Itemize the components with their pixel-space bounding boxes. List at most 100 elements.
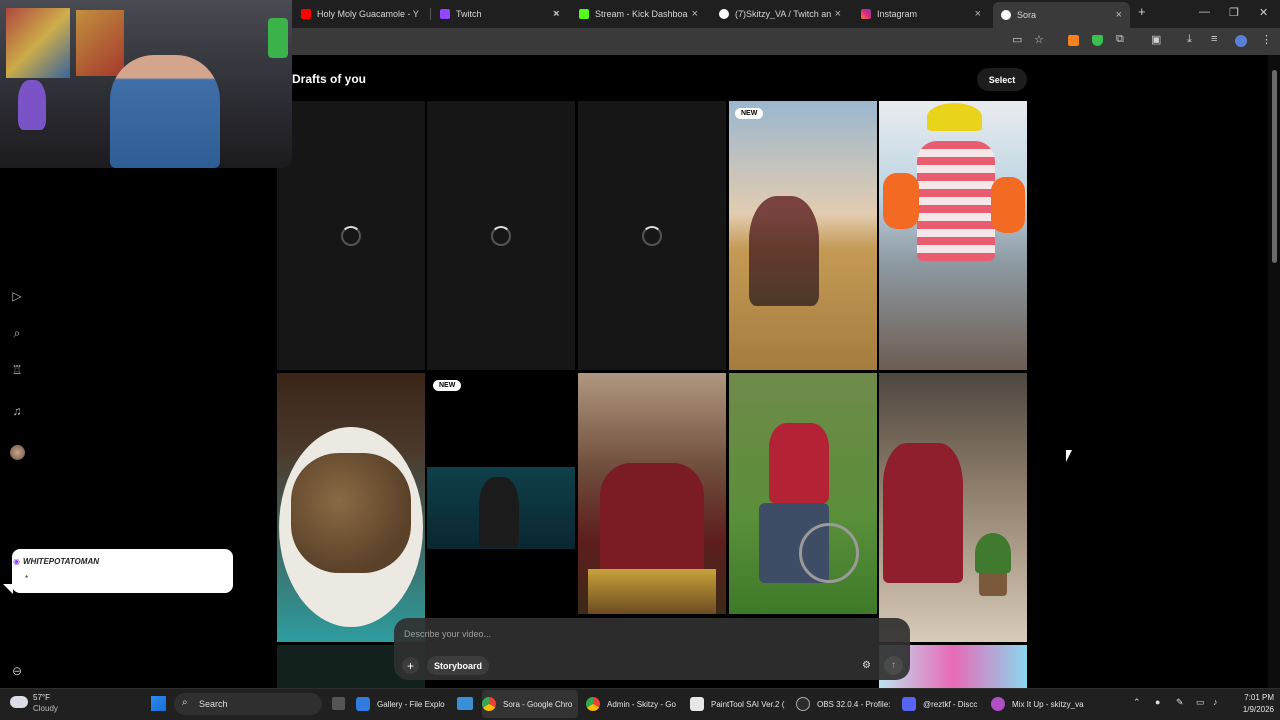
windows-start-icon[interactable] (151, 696, 166, 711)
close-window-button[interactable]: ✕ (1259, 6, 1268, 19)
more-icon[interactable]: ⊖ (10, 664, 24, 678)
minimize-button[interactable]: — (1199, 6, 1210, 18)
send-button[interactable]: ↑ (884, 656, 903, 675)
media-icon[interactable]: ≡ (1211, 33, 1217, 45)
add-media-button[interactable]: + (402, 657, 419, 674)
tab-tiktok[interactable]: (7)Skitzy_VA / Twitch and × (711, 4, 849, 24)
youtube-icon (301, 9, 311, 19)
tiktok-icon (719, 9, 729, 19)
trophy-icon[interactable]: ♖ (10, 363, 24, 377)
taskbar-item-file-explorer[interactable]: Gallery - File Explo (356, 690, 448, 718)
close-tab-icon[interactable]: × (975, 8, 981, 20)
puzzle-icon[interactable]: ⧉ (1116, 33, 1124, 46)
video-thumbnail-floatie (991, 177, 1025, 233)
sora-icon (1001, 10, 1011, 20)
twitch-icon (440, 9, 450, 19)
tab-kick[interactable]: Stream - Kick Dashboard × (571, 4, 706, 24)
draft-tile-beach[interactable] (879, 101, 1027, 370)
cast-icon[interactable]: ▭ (1012, 33, 1022, 46)
weather-temp[interactable]: 57°F (33, 693, 50, 702)
restore-button[interactable]: ❐ (1229, 6, 1239, 19)
video-thumbnail-floatie (883, 173, 919, 229)
video-thumbnail-figure (600, 463, 704, 573)
profile-avatar[interactable] (1235, 35, 1247, 47)
tab-instagram[interactable]: Instagram × (853, 4, 989, 24)
home-icon[interactable]: ▷ (10, 289, 24, 303)
clock-time[interactable]: 7:01 PM (1226, 693, 1274, 702)
cloud-icon (10, 696, 28, 708)
pen-icon[interactable]: ✎ (1176, 697, 1184, 708)
draft-tile-food[interactable] (277, 373, 425, 642)
weather-condition[interactable]: Cloudy (33, 704, 58, 713)
video-thumbnail-figure (917, 141, 995, 261)
sidepanel-icon[interactable]: ▣ (1151, 33, 1161, 46)
close-tab-icon[interactable]: × (553, 8, 559, 20)
taskbar-item-label: Admin - Skitzy - Go (607, 699, 676, 709)
plush-toy-image (18, 80, 46, 130)
chrome-icon (482, 697, 496, 711)
close-tab-icon[interactable]: × (835, 8, 841, 20)
new-tab-button[interactable]: + (1138, 4, 1146, 19)
microphone-icon[interactable]: ● (1155, 697, 1160, 707)
kick-icon (579, 9, 589, 19)
extension-icon[interactable] (1068, 35, 1079, 46)
draft-tile-dark-scene[interactable]: NEW (427, 373, 575, 614)
discord-icon (902, 697, 916, 711)
taskbar-item-painttool[interactable]: PaintTool SAI Ver.2 ( (690, 690, 790, 718)
tab-sora[interactable]: Sora × (993, 2, 1130, 28)
close-tab-icon[interactable]: × (692, 8, 698, 20)
clock-date[interactable]: 1/9/2026 (1226, 705, 1274, 714)
task-view-icon[interactable] (332, 697, 345, 710)
chrome-icon (586, 697, 600, 711)
video-thumbnail-wheel (799, 523, 859, 583)
tab-title: Sora (1017, 10, 1037, 20)
draft-tile-plant[interactable] (879, 373, 1027, 642)
taskbar-item-label: Sora - Google Chro (503, 699, 573, 709)
tab-twitch[interactable]: Twitch × (432, 4, 567, 24)
file-explorer-icon (356, 697, 370, 711)
taskbar-item-obs[interactable]: OBS 32.0.4 - Profile: (796, 690, 894, 718)
shield-extension-icon[interactable] (1092, 35, 1103, 46)
chevron-up-icon[interactable]: ⌃ (1133, 697, 1141, 708)
storyboard-button[interactable]: Storyboard (427, 656, 489, 675)
prompt-input[interactable]: Describe your video... (404, 629, 491, 639)
taskbar-item-mixitup[interactable]: Mix It Up - skitzy_va (991, 690, 1085, 718)
scrollbar-thumb[interactable] (1272, 70, 1277, 263)
search-icon[interactable]: ⌕ (10, 326, 24, 340)
video-thumbnail-hat (927, 103, 982, 131)
mixitup-icon (991, 697, 1005, 711)
volume-icon[interactable]: ♪ (1213, 697, 1218, 707)
avatar[interactable] (10, 445, 25, 460)
bell-icon[interactable]: ♫ (10, 404, 24, 418)
taskbar-item-label: Mix It Up - skitzy_va (1012, 699, 1084, 709)
download-icon[interactable]: ⤓ (1187, 33, 1192, 46)
poster-image (6, 8, 70, 78)
draft-tile-loading[interactable] (578, 101, 726, 370)
poster-image (76, 10, 124, 76)
tab-title: Twitch (456, 9, 482, 19)
network-icon[interactable]: ▭ (1196, 697, 1205, 708)
draft-tile-wheelchair[interactable] (729, 373, 877, 614)
draft-tile-loading[interactable] (427, 101, 575, 370)
photos-icon[interactable] (457, 697, 473, 710)
streamer-image (110, 55, 220, 168)
select-button[interactable]: Select (977, 68, 1027, 91)
painttool-icon (690, 697, 704, 711)
tab-title: Stream - Kick Dashboard (595, 9, 688, 19)
taskbar-item-label: Gallery - File Explo (377, 699, 445, 709)
taskbar-item-discord[interactable]: @reztkf - Discc (902, 690, 984, 718)
close-tab-icon[interactable]: × (1116, 9, 1122, 21)
draft-tile-field[interactable]: NEW (729, 101, 877, 370)
obs-icon (796, 697, 810, 711)
search-label: Search (199, 699, 228, 709)
new-badge: NEW (735, 108, 764, 119)
taskbar-search[interactable] (174, 693, 322, 715)
taskbar-item-label: @reztkf - Discc (923, 699, 978, 709)
taskbar-item-chrome[interactable]: Sora - Google Chro (482, 690, 578, 718)
taskbar-item-chrome-admin[interactable]: Admin - Skitzy - Go (586, 690, 682, 718)
draft-tile-loading[interactable] (277, 101, 425, 370)
settings-icon[interactable]: ⚙ (858, 657, 875, 674)
draft-tile-treasure[interactable] (578, 373, 726, 614)
bookmark-star-icon[interactable]: ☆ (1034, 33, 1044, 46)
menu-icon[interactable]: ⋮ (1261, 33, 1272, 46)
